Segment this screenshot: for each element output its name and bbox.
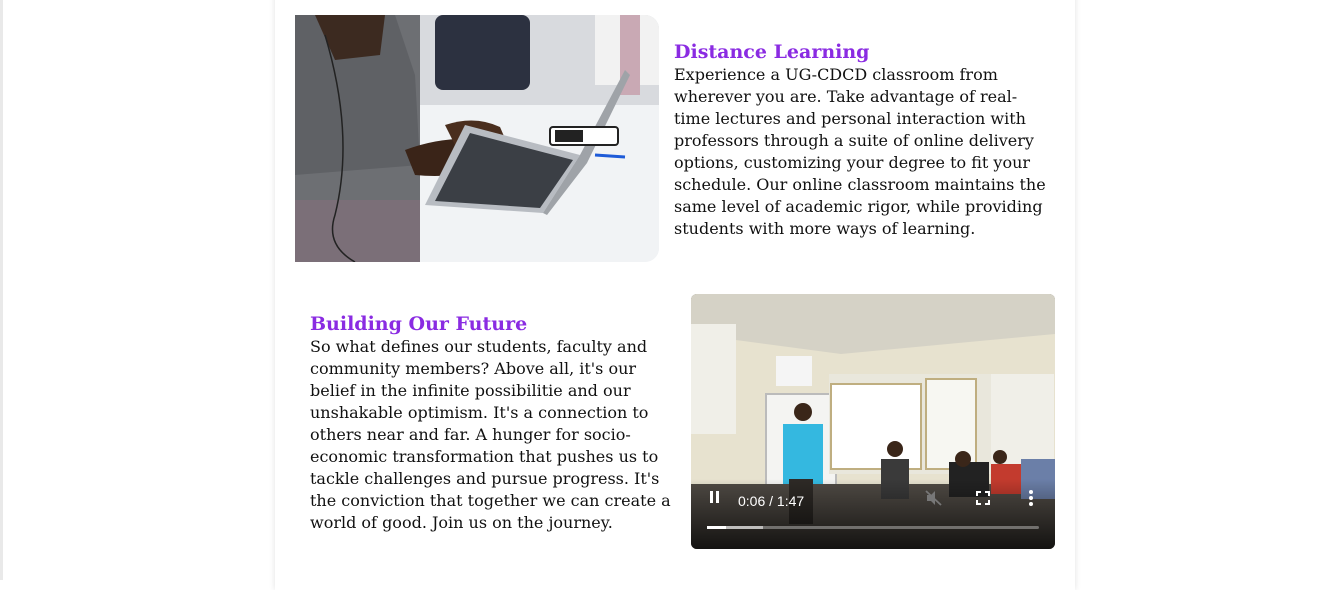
- building-future-section: Building Our Future So what defines our …: [310, 312, 672, 534]
- video-player[interactable]: 0:06 / 1:47: [691, 294, 1055, 549]
- mute-icon[interactable]: [925, 490, 943, 510]
- page-left-edge: [0, 0, 3, 580]
- more-options-icon[interactable]: [1028, 489, 1034, 511]
- distance-learning-body: Experience a UG-CDCD classroom from wher…: [674, 65, 1046, 238]
- building-future-heading: Building Our Future: [310, 313, 528, 335]
- laptop-photo: [295, 15, 659, 262]
- distance-learning-section: Distance Learning Experience a UG-CDCD c…: [674, 40, 1046, 240]
- fullscreen-icon[interactable]: [976, 490, 990, 509]
- video-progress-bar[interactable]: [707, 526, 1039, 529]
- distance-learning-heading: Distance Learning: [674, 41, 870, 63]
- video-controls: [691, 479, 1055, 549]
- video-progress-fill: [707, 526, 726, 529]
- pause-icon[interactable]: [709, 489, 721, 508]
- video-time-display: 0:06 / 1:47: [738, 493, 805, 509]
- building-future-body: So what defines our students, faculty an…: [310, 337, 671, 532]
